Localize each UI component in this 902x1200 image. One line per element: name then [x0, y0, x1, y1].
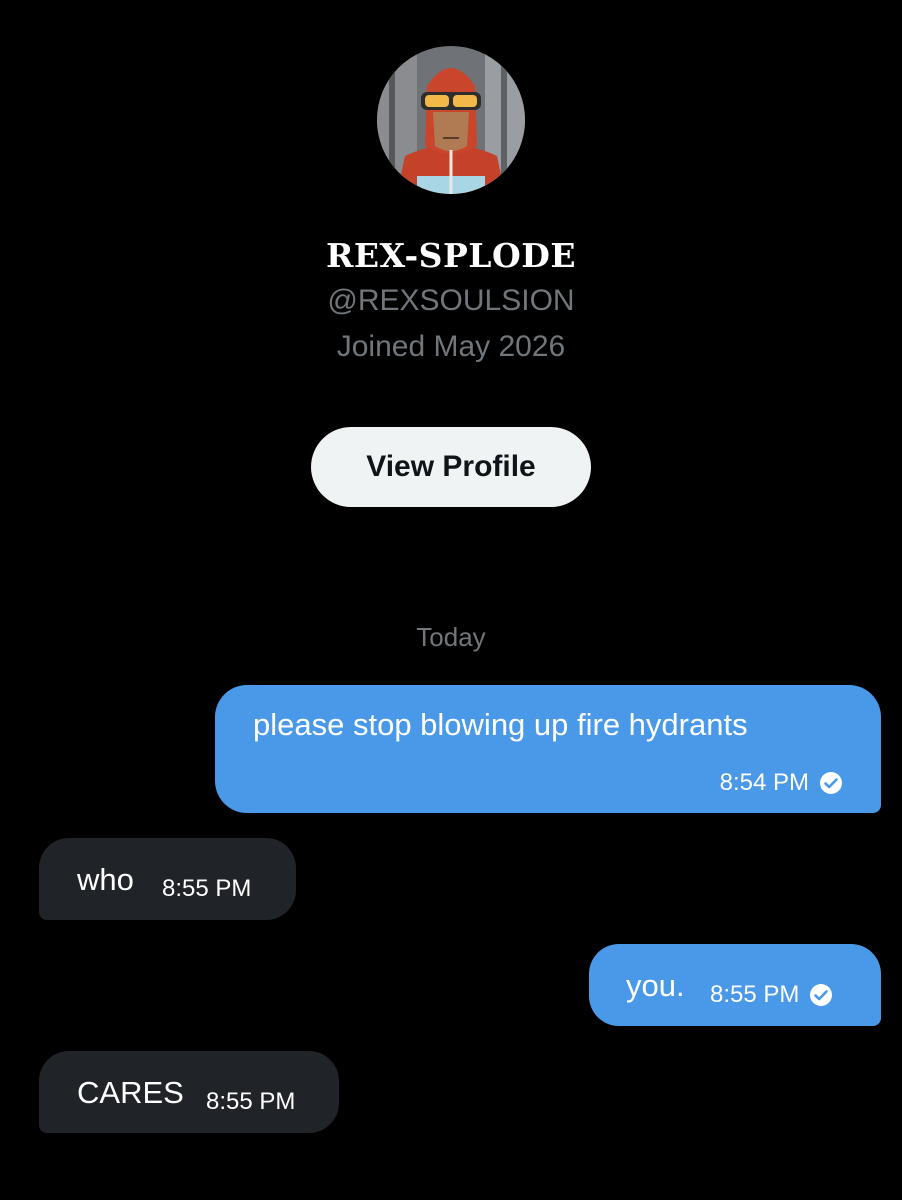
message-text: CARES — [77, 1075, 184, 1110]
message-text: who — [77, 862, 134, 897]
message-bubble-received[interactable]: who 8:55 PM — [39, 838, 296, 920]
message-meta: 8:54 PM — [720, 769, 843, 797]
message-text: please stop blowing up fire hydrants — [253, 707, 748, 742]
joined-date: Joined May 2026 — [336, 330, 566, 363]
message-bubble-received[interactable]: CARES 8:55 PM — [39, 1051, 339, 1133]
message-text: you. — [626, 968, 685, 1003]
display-name: REX-SPLODE — [325, 236, 577, 275]
view-profile-button[interactable]: View Profile — [311, 427, 591, 507]
check-circle-icon — [820, 772, 842, 794]
user-handle: @REXSOULSION — [327, 284, 575, 317]
message-time: 8:54 PM — [719, 769, 809, 796]
avatar[interactable] — [377, 46, 525, 194]
check-circle-icon — [810, 984, 833, 1006]
message-time: 8:55 PM — [206, 1088, 296, 1115]
message-bubble-sent[interactable]: you. 8:55 PM — [589, 944, 881, 1026]
message-time: 8:55 PM — [162, 875, 252, 902]
avatar-image — [377, 46, 525, 194]
day-divider: Today — [416, 622, 486, 652]
message-time: 8:55 PM — [710, 981, 800, 1008]
message-meta: 8:55 PM — [710, 981, 833, 1009]
message-bubble-sent[interactable]: please stop blowing up fire hydrants 8:5… — [215, 685, 881, 813]
